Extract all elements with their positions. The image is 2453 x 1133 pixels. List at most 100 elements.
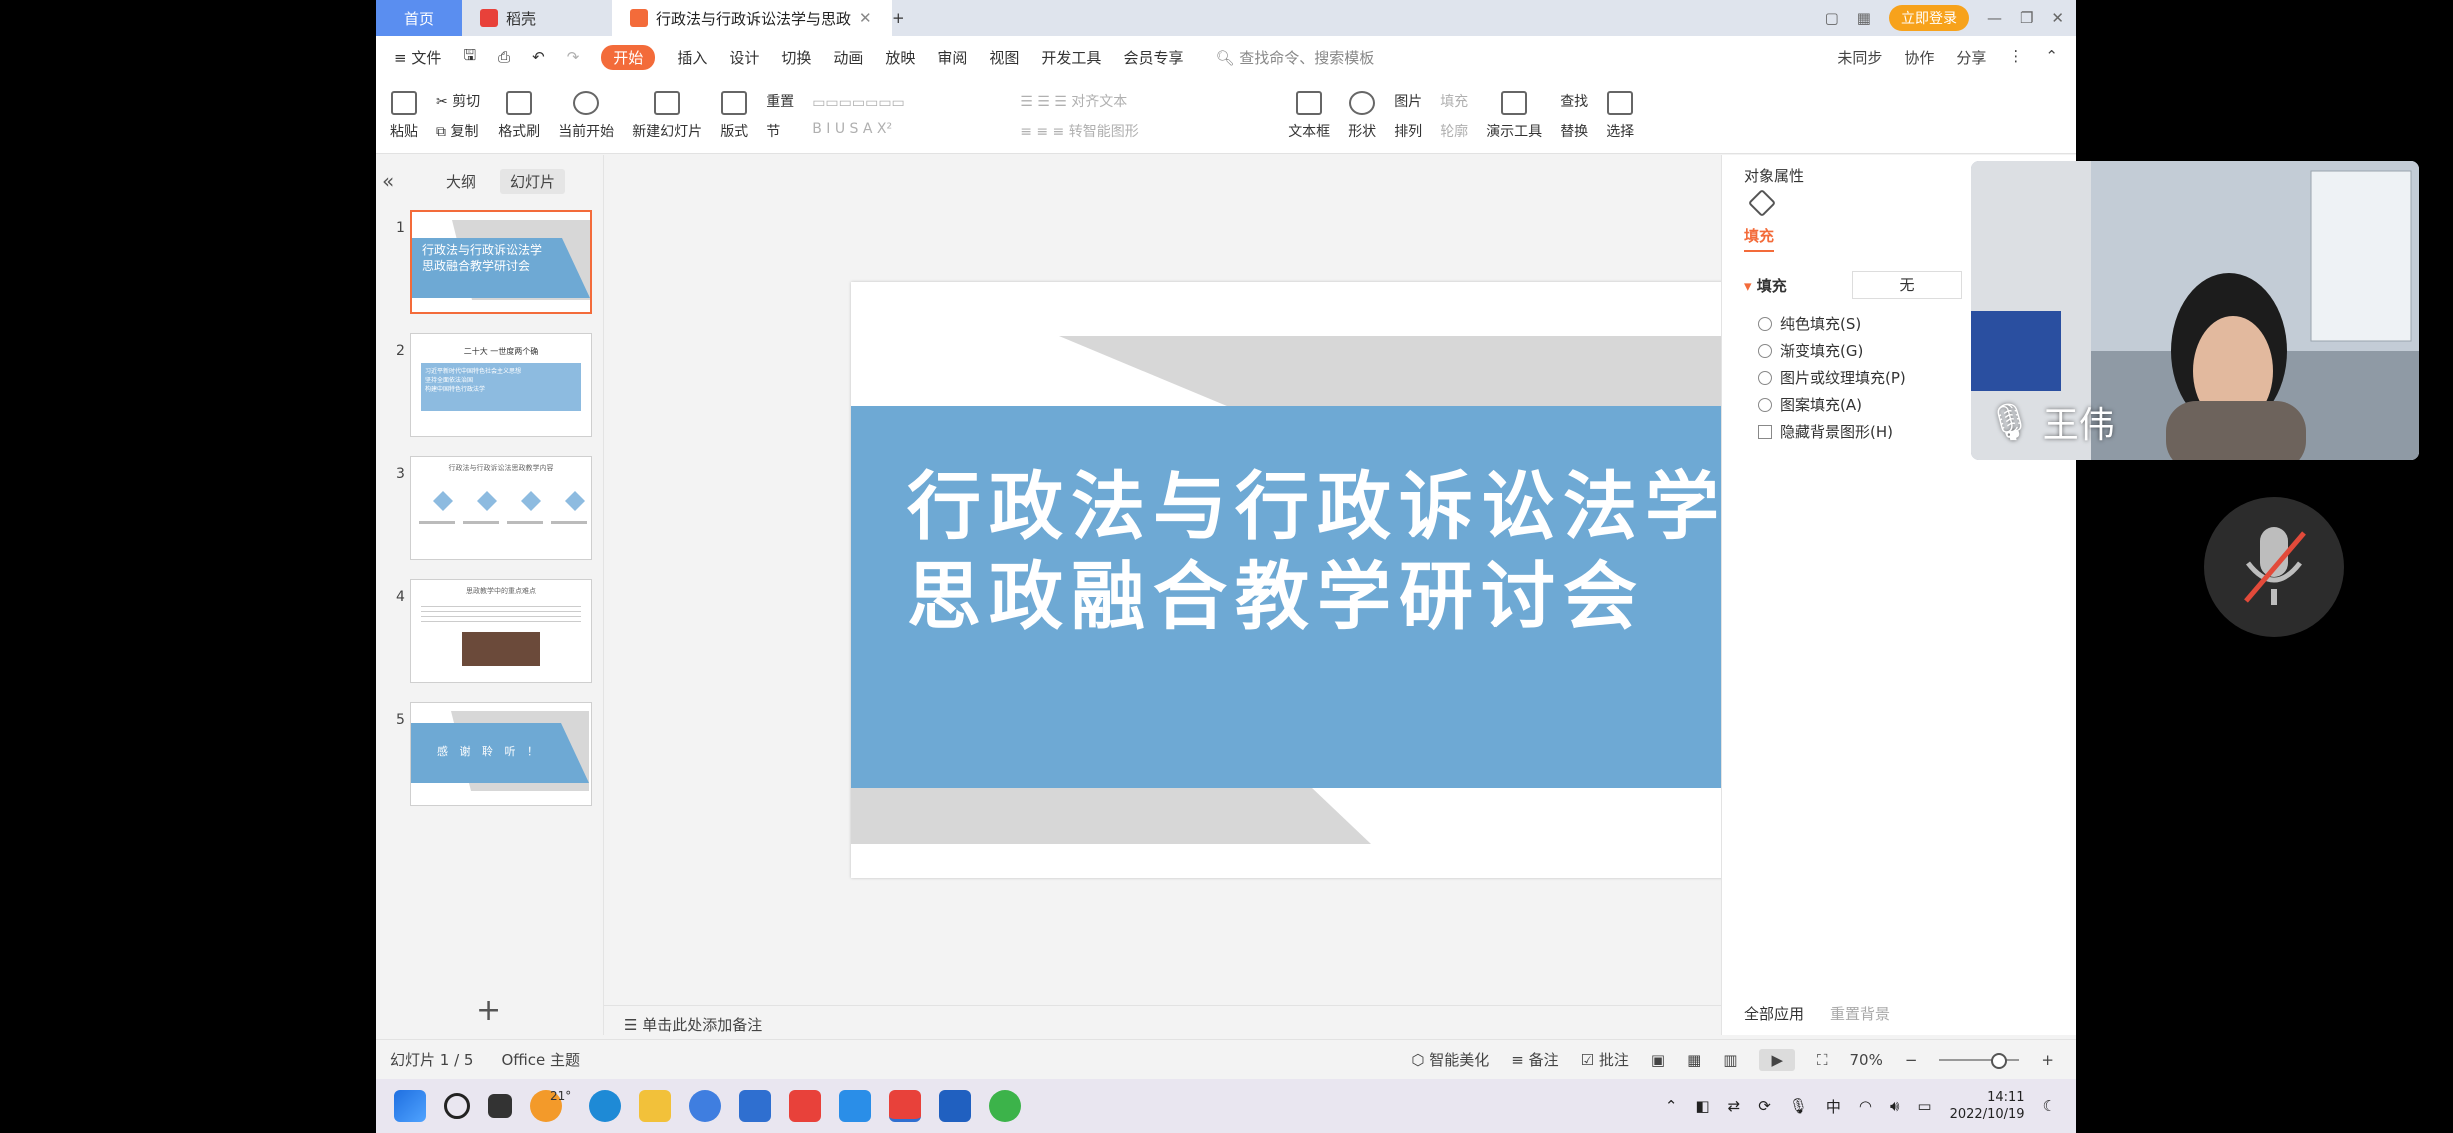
edge-browser-icon[interactable] [589, 1090, 622, 1122]
menu-review[interactable]: 审阅 [937, 47, 967, 68]
sorter-view-icon[interactable]: ▦ [1687, 1051, 1701, 1069]
zoom-out-icon[interactable]: − [1905, 1051, 1918, 1069]
reading-view-icon[interactable]: ▥ [1723, 1051, 1737, 1069]
notification-icon[interactable]: ☾ [2043, 1097, 2056, 1115]
app-icon[interactable] [689, 1090, 722, 1122]
play-slideshow-button[interactable]: ▶ [1759, 1048, 1795, 1071]
menu-file[interactable]: ≡ 文件 [394, 47, 441, 68]
textbox-button[interactable]: 文本框 [1288, 90, 1330, 141]
normal-view-icon[interactable]: ▣ [1651, 1051, 1665, 1069]
menu-developer[interactable]: 开发工具 [1041, 47, 1101, 68]
zoom-slider[interactable] [1939, 1052, 2020, 1069]
more-icon[interactable]: ⋮ [2008, 47, 2023, 68]
tray-transfer-icon[interactable]: ⇄ [1728, 1097, 1741, 1115]
menu-member[interactable]: 会员专享 [1123, 47, 1183, 68]
picture-fill-option[interactable]: 图片或纹理填充(P) [1758, 367, 1906, 388]
picture-button[interactable]: 图片 [1394, 91, 1422, 111]
notes-button[interactable]: ≡ 备注 [1511, 1049, 1558, 1070]
volume-icon[interactable]: 🔊︎ [1890, 1097, 1899, 1115]
print-icon[interactable]: ⎙ [498, 48, 510, 66]
section-button[interactable]: 节 [766, 121, 794, 141]
select-button[interactable]: 选择 [1606, 90, 1634, 141]
comments-button[interactable]: ☑ 批注 [1581, 1049, 1629, 1070]
file-explorer-icon[interactable] [639, 1090, 672, 1122]
clock[interactable]: 14:11 2022/10/19 [1950, 1089, 2025, 1123]
slide-thumb-1[interactable]: 行政法与行政诉讼法学 思政融合教学研讨会 [410, 210, 592, 314]
paint-bucket-icon[interactable] [1747, 188, 1777, 218]
meeting-app-icon[interactable] [939, 1090, 972, 1122]
chevron-up-icon[interactable]: ⌃ [1665, 1097, 1678, 1115]
menu-view[interactable]: 视图 [989, 47, 1019, 68]
new-tab-icon[interactable]: + [892, 9, 905, 27]
add-slide-button[interactable]: + [476, 993, 501, 1028]
mail-icon[interactable] [739, 1090, 772, 1122]
font-style-buttons[interactable]: B I U S A X² [812, 121, 1002, 137]
menu-animation[interactable]: 动画 [833, 47, 863, 68]
arrange-button[interactable]: 排列 [1394, 121, 1422, 141]
theme-name[interactable]: Office 主题 [501, 1049, 580, 1070]
slide-thumb-4[interactable]: 思政教学中的重点难点 [410, 579, 592, 683]
wifi-icon[interactable]: ◠ [1859, 1097, 1872, 1115]
slide-thumb-3[interactable]: 行政法与行政诉讼法思政教学内容 [410, 456, 592, 560]
command-search[interactable]: 🔍︎ 查找命令、搜索模板 [1215, 47, 1374, 68]
task-view-icon[interactable] [488, 1094, 512, 1118]
zoom-level[interactable]: 70% [1850, 1051, 1883, 1069]
copy-button[interactable]: ⧉ 复制 [436, 121, 480, 141]
align-text-button[interactable]: ☰ ☰ ☰ 对齐文本 [1020, 91, 1270, 111]
video-preview[interactable]: 🎙︎ 王伟 [1971, 161, 2419, 460]
font-family-select[interactable]: ▭▭▭▭▭▭▭ [812, 95, 1002, 111]
smart-graphic-button[interactable]: ≡ ≡ ≡ 转智能图形 [1020, 121, 1270, 141]
tab-outline[interactable]: 大纲 [436, 169, 486, 194]
chevron-up-icon[interactable]: ⌃ [2045, 47, 2058, 68]
tab-home[interactable]: 首页 [376, 0, 462, 36]
slide-thumb-2[interactable]: 二十大 一世度两个确 习近平新时代中国特色社会主义思想 坚持全面依法治国 构建中… [410, 333, 592, 437]
replace-button[interactable]: 替换 [1560, 121, 1588, 141]
save-icon[interactable]: 🖫 [463, 45, 476, 70]
battery-icon[interactable]: ▭ [1917, 1097, 1931, 1115]
tab-docer[interactable]: 稻壳 [462, 0, 612, 36]
menu-transition[interactable]: 切换 [781, 47, 811, 68]
fill-button[interactable]: 填充 [1440, 91, 1468, 111]
menu-slideshow[interactable]: 放映 [885, 47, 915, 68]
share-button[interactable]: 分享 [1956, 47, 1986, 68]
outline-button[interactable]: 轮廓 [1440, 121, 1468, 141]
menu-design[interactable]: 设计 [729, 47, 759, 68]
layout-button[interactable]: 版式 [720, 90, 748, 141]
pattern-fill-option[interactable]: 图案填充(A) [1758, 394, 1862, 415]
gradient-fill-option[interactable]: 渐变填充(G) [1758, 340, 1863, 361]
reset-background-button[interactable]: 重置背景 [1830, 1003, 1890, 1024]
find-button[interactable]: 查找 [1560, 91, 1588, 111]
wps-taskbar-icon[interactable] [889, 1090, 922, 1122]
app-red-icon[interactable] [789, 1090, 822, 1122]
cloud-app-icon[interactable] [839, 1090, 872, 1122]
fill-none-select[interactable]: 无 [1852, 271, 1962, 299]
input-method-indicator[interactable]: 中 [1826, 1096, 1841, 1117]
undo-icon[interactable]: ↶ [532, 48, 545, 66]
restore-icon[interactable]: ❐ [2020, 9, 2033, 27]
zoom-in-icon[interactable]: + [2041, 1051, 2054, 1069]
menu-start[interactable]: 开始 [601, 44, 656, 70]
windows-start-icon[interactable] [394, 1090, 426, 1122]
minimize-icon[interactable]: — [1987, 9, 2002, 27]
search-taskbar-icon[interactable] [444, 1093, 470, 1119]
solid-fill-option[interactable]: 纯色填充(S) [1758, 313, 1861, 334]
format-painter-button[interactable]: 格式刷 [498, 90, 540, 141]
mute-microphone-button[interactable] [2204, 497, 2344, 637]
menu-insert[interactable]: 插入 [677, 47, 707, 68]
close-tab-icon[interactable]: ✕ [859, 9, 872, 27]
new-slide-button[interactable]: 新建幻灯片 [632, 90, 702, 141]
close-window-icon[interactable]: ✕ [2051, 9, 2064, 27]
tray-mic-icon[interactable]: 🎙︎ [1789, 1097, 1808, 1115]
tray-app-icon[interactable]: ◧ [1695, 1097, 1709, 1115]
hide-background-checkbox[interactable]: 隐藏背景图形(H) [1758, 421, 1893, 442]
slide-title[interactable]: 行政法与行政诉讼法学 思政融合教学研讨会 [907, 462, 1807, 642]
from-current-button[interactable]: 当前开始 [558, 90, 614, 141]
collapse-panel-icon[interactable]: « [382, 169, 394, 193]
shape-button[interactable]: 形状 [1348, 90, 1376, 141]
paste-button[interactable]: 粘贴 [390, 90, 418, 141]
tab-document[interactable]: 行政法与行政诉讼法学与思政 ✕ [612, 0, 892, 36]
layout-icon[interactable]: ▢ [1825, 9, 1839, 27]
collab-button[interactable]: 协作 [1904, 47, 1934, 68]
fill-tab[interactable]: 填充 [1744, 225, 1775, 252]
present-tools-button[interactable]: 演示工具 [1486, 90, 1542, 141]
